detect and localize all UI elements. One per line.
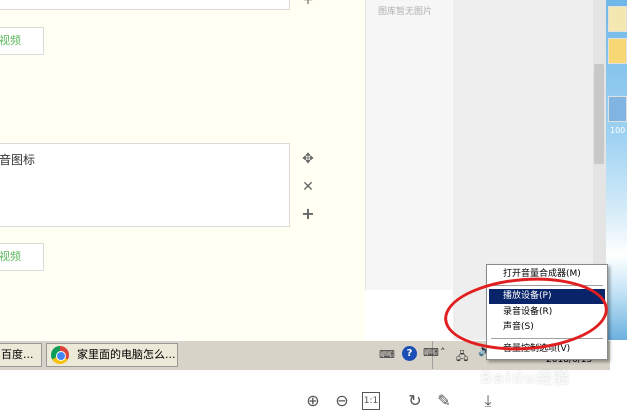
tray-expand-icon[interactable]: ˄ <box>440 346 446 359</box>
taskbar-button-label: 家里面的电脑怎么... <box>77 348 176 361</box>
desktop-image-icon[interactable] <box>608 96 627 122</box>
desktop-file-icon[interactable] <box>608 6 627 32</box>
download-icon[interactable]: ⤓ <box>478 391 498 411</box>
desktop-icon-label: 100 <box>610 126 626 135</box>
edit-icon[interactable]: ✎ <box>434 391 454 411</box>
gallery-empty-text: 图库暂无图片 <box>378 7 433 17</box>
taskbar-button-label: 百度... <box>1 348 34 361</box>
actual-size-icon[interactable]: 1:1 <box>362 392 380 410</box>
desktop-folder-icon[interactable] <box>608 38 627 64</box>
rotate-icon[interactable]: ↻ <box>405 391 425 411</box>
add-video-label: 视频 <box>0 34 21 47</box>
image-gallery-panel: 图库暂无图片 <box>365 0 453 290</box>
network-icon[interactable]: 🖧 <box>456 348 468 367</box>
baidu-watermark: Baidu经验 <box>480 368 571 387</box>
zoom-out-icon[interactable]: ⊖ <box>332 391 352 411</box>
taskbar-button-chrome[interactable]: 家里面的电脑怎么... <box>46 343 178 367</box>
article-editor: 视频 音图标 视频 <box>0 0 365 340</box>
help-icon[interactable]: ? <box>402 346 417 361</box>
keyboard-icon[interactable]: ⌨ <box>379 348 395 361</box>
input-method-icon[interactable]: ⌨ <box>423 346 439 359</box>
move-icon[interactable]: ✥ <box>300 151 316 167</box>
close-icon[interactable]: ✕ <box>300 179 316 195</box>
scrollbar-thumb[interactable] <box>594 64 604 164</box>
taskbar-button-baidu[interactable]: 百度... <box>0 343 42 367</box>
step-text-box-top[interactable] <box>0 0 290 10</box>
add-video-button-top[interactable]: 视频 <box>0 27 44 55</box>
add-video-label: 视频 <box>0 250 21 263</box>
add-video-button-bottom[interactable]: 视频 <box>0 243 44 271</box>
chrome-icon <box>51 346 69 364</box>
step-text: 音图标 <box>0 153 36 167</box>
zoom-in-icon[interactable]: ⊕ <box>303 391 323 411</box>
add-icon[interactable]: + <box>300 206 316 222</box>
step-text-box[interactable]: 音图标 <box>0 143 290 227</box>
top-action-icon[interactable]: + <box>300 0 316 8</box>
